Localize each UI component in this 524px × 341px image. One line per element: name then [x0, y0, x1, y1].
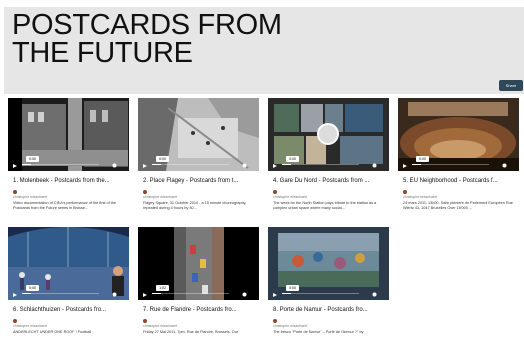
video-card[interactable]: 0:00 1. Molenbeek - Postcards from the..…	[8, 98, 129, 215]
time-badge: 1:02	[156, 285, 169, 291]
play-icon[interactable]	[403, 164, 407, 168]
avatar	[143, 319, 147, 323]
avatar	[13, 319, 17, 323]
video-description: The fresco "Porte de Namur" – Porte de l…	[273, 330, 364, 334]
video-card[interactable]: 1:02 7. Rue de Flandre - Postcards fro..…	[138, 227, 259, 341]
video-description: Video documentation of CIEA's performanc…	[13, 201, 117, 210]
avatar	[13, 190, 17, 194]
play-icon[interactable]	[13, 293, 17, 297]
fullscreen-icon[interactable]	[250, 292, 255, 297]
fullscreen-icon[interactable]	[120, 292, 125, 297]
page-title: POSTCARDS FROM THE FUTURE	[12, 9, 332, 69]
settings-icon[interactable]	[112, 292, 117, 297]
play-icon[interactable]	[143, 164, 147, 168]
video-card[interactable]: 0:00 6. Schlachthuizen - Postcards fro..…	[8, 227, 129, 341]
video-card[interactable]: 0:00 4. Gare Du Nord - Postcards from ..…	[268, 98, 389, 215]
fullscreen-icon[interactable]	[510, 163, 515, 168]
settings-icon[interactable]	[502, 163, 507, 168]
video-card[interactable]: 0:00 2. Place Flagey - Postcards from t.…	[138, 98, 259, 215]
progress-fill	[22, 292, 32, 294]
fullscreen-icon[interactable]	[120, 163, 125, 168]
video-title[interactable]: 5. EU Neighborhood - Postcards f...	[403, 177, 517, 185]
channel-name[interactable]: christophe.misschaert	[273, 324, 307, 328]
progress-bar[interactable]	[282, 163, 359, 165]
volume-icon[interactable]	[235, 292, 240, 297]
progress-fill	[152, 163, 162, 165]
settings-icon[interactable]	[242, 163, 247, 168]
video-title[interactable]: 1. Molenbeek - Postcards from the...	[13, 177, 127, 185]
progress-fill	[282, 292, 292, 294]
play-icon[interactable]	[13, 164, 17, 168]
share-button[interactable]: Share	[499, 80, 523, 91]
volume-icon[interactable]	[105, 292, 110, 297]
channel-name[interactable]: christophe.misschaert	[13, 195, 47, 199]
avatar	[273, 319, 277, 323]
channel-name[interactable]: christophe.misschaert	[273, 195, 307, 199]
settings-icon[interactable]	[372, 292, 377, 297]
settings-icon[interactable]	[112, 163, 117, 168]
progress-bar[interactable]	[22, 292, 99, 294]
fullscreen-icon[interactable]	[380, 163, 385, 168]
video-thumbnail[interactable]: 1:02	[138, 227, 259, 300]
channel-name[interactable]: christophe.misschaert	[403, 195, 437, 199]
time-badge: 0:00	[26, 156, 39, 162]
page-header: POSTCARDS FROM THE FUTURE	[4, 7, 524, 94]
time-badge: 0:00	[416, 156, 429, 162]
video-description: ANDERLECHT UNDER ONE ROOF ! Football	[13, 330, 92, 334]
video-description: Friday 27 Mai 2011, 7pm, Rue de Flandre,…	[143, 330, 239, 334]
progress-bar[interactable]	[412, 163, 489, 165]
channel-name[interactable]: christophe.misschaert	[143, 324, 177, 328]
video-description: The week for the North Station pays trib…	[273, 201, 377, 210]
video-thumbnail[interactable]: 0:00	[138, 98, 259, 171]
channel-name[interactable]: christophe.misschaert	[13, 324, 47, 328]
video-title[interactable]: 4. Gare Du Nord - Postcards from ...	[273, 177, 387, 185]
time-badge: 0:00	[156, 156, 169, 162]
time-badge: 0:00	[286, 156, 299, 162]
time-badge: 0:00	[286, 285, 299, 291]
volume-icon[interactable]	[495, 163, 500, 168]
fullscreen-icon[interactable]	[250, 163, 255, 168]
video-thumbnail[interactable]: 0:00	[268, 98, 389, 171]
video-thumbnail[interactable]: 0:00	[8, 98, 129, 171]
progress-bar[interactable]	[152, 292, 229, 294]
settings-icon[interactable]	[372, 163, 377, 168]
play-icon[interactable]	[143, 293, 147, 297]
volume-icon[interactable]	[365, 292, 370, 297]
progress-fill	[412, 163, 422, 165]
video-title[interactable]: 8. Porte de Namur - Postcards fro...	[273, 306, 387, 314]
volume-icon[interactable]	[105, 163, 110, 168]
video-card[interactable]: 0:00 5. EU Neighborhood - Postcards f...…	[398, 98, 519, 215]
video-thumbnail[interactable]: 0:00	[8, 227, 129, 300]
video-description: 24 mars 2011, 13h00. Salle plénière du P…	[403, 201, 513, 210]
video-title[interactable]: 2. Place Flagey - Postcards from t...	[143, 177, 257, 185]
video-card[interactable]: 0:00 8. Porte de Namur - Postcards fro..…	[268, 227, 389, 341]
progress-fill	[22, 163, 32, 165]
channel-name[interactable]: christophe.misschaert	[143, 195, 177, 199]
title-line-1: POSTCARDS FROM	[12, 9, 282, 41]
avatar	[273, 190, 277, 194]
video-description: Flagey Square, 31 October 2010 - a 15 mi…	[143, 201, 247, 210]
volume-icon[interactable]	[365, 163, 370, 168]
play-icon[interactable]	[273, 293, 277, 297]
avatar	[143, 190, 147, 194]
volume-icon[interactable]	[235, 163, 240, 168]
title-line-2: THE FUTURE	[12, 37, 193, 69]
video-thumbnail[interactable]: 0:00	[398, 98, 519, 171]
progress-bar[interactable]	[22, 163, 99, 165]
fullscreen-icon[interactable]	[380, 292, 385, 297]
video-title[interactable]: 6. Schlachthuizen - Postcards fro...	[13, 306, 127, 314]
progress-bar[interactable]	[152, 163, 229, 165]
avatar	[403, 190, 407, 194]
play-icon[interactable]	[273, 164, 277, 168]
video-title[interactable]: 7. Rue de Flandre - Postcards fro...	[143, 306, 257, 314]
settings-icon[interactable]	[242, 292, 247, 297]
progress-bar[interactable]	[282, 292, 359, 294]
progress-fill	[282, 163, 292, 165]
progress-fill	[152, 292, 162, 294]
time-badge: 0:00	[26, 285, 39, 291]
video-thumbnail[interactable]: 0:00	[268, 227, 389, 300]
